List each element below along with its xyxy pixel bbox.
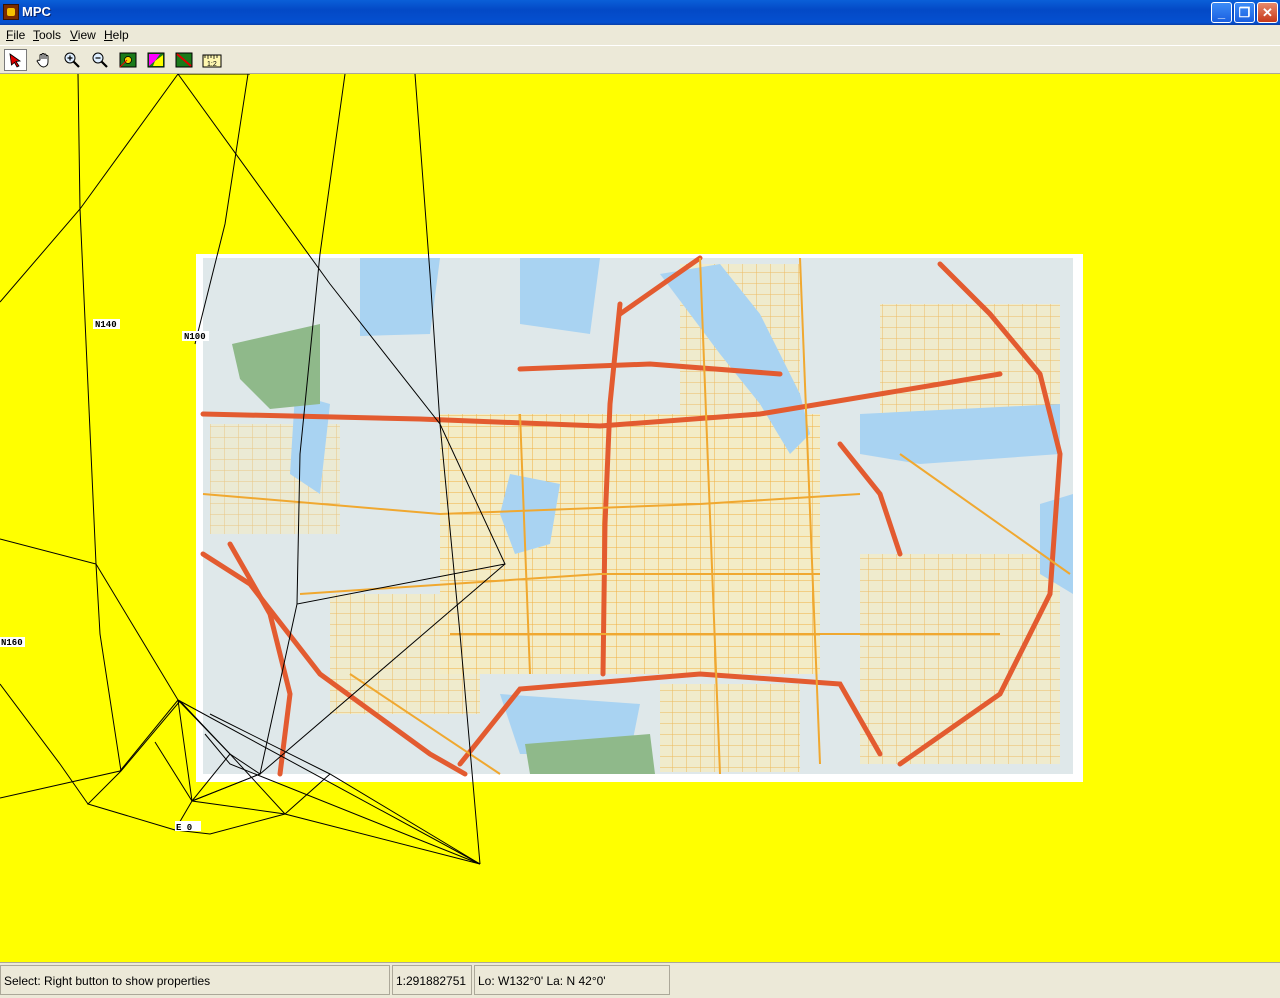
close-button[interactable]: ✕	[1257, 2, 1278, 23]
status-scale: 1:291882751	[392, 965, 472, 995]
polygon-color-button[interactable]	[144, 49, 167, 71]
app-icon[interactable]	[3, 4, 19, 20]
pan-hand-icon	[36, 53, 48, 68]
map-layer-icon	[119, 52, 136, 68]
map-drawing[interactable]: N140 N100 N160 E 0	[0, 74, 1280, 962]
map-no-route-button[interactable]	[172, 49, 195, 71]
grid-labels: N140 N100 N160 E 0	[0, 319, 209, 833]
grid-label-n160: N160	[1, 638, 23, 648]
map-no-route-icon	[175, 52, 192, 68]
window-title: MPC	[22, 4, 51, 19]
map-canvas[interactable]: N140 N100 N160 E 0	[0, 74, 1280, 962]
measure-ruler-icon: 1:2	[202, 54, 221, 68]
menu-help[interactable]: Help	[104, 28, 129, 42]
select-arrow-icon	[8, 53, 21, 68]
title-bar: MPC _ ❐ ✕	[0, 0, 1280, 25]
menu-file[interactable]: File	[6, 28, 25, 42]
raster-map-image	[196, 254, 1083, 782]
polygon-color-icon	[147, 52, 164, 68]
measure-tool-button[interactable]: 1:2	[200, 49, 223, 71]
zoom-in-button[interactable]	[60, 49, 83, 71]
grid-label-n100: N100	[184, 332, 206, 342]
status-bar: Select: Right button to show properties …	[0, 962, 1280, 998]
zoom-out-button[interactable]	[88, 49, 111, 71]
minimize-button[interactable]: _	[1211, 2, 1232, 23]
grid-label-e0: E 0	[176, 823, 192, 833]
status-message: Select: Right button to show properties	[0, 965, 390, 995]
menu-tools[interactable]: Tools	[33, 28, 61, 42]
status-coordinates: Lo: W132°0' La: N 42°0'	[474, 965, 670, 995]
pan-tool-button[interactable]	[32, 49, 55, 71]
toolbar: 1:2	[0, 45, 1280, 74]
menu-bar: File Tools View Help	[0, 25, 1280, 45]
map-layer-button[interactable]	[116, 49, 139, 71]
svg-text:1:2: 1:2	[207, 61, 217, 68]
zoom-in-icon	[64, 52, 80, 68]
select-tool-button[interactable]	[4, 49, 27, 71]
restore-button[interactable]: ❐	[1234, 2, 1255, 23]
zoom-out-icon	[92, 52, 108, 68]
menu-view[interactable]: View	[70, 28, 96, 42]
grid-label-n140: N140	[95, 320, 117, 330]
